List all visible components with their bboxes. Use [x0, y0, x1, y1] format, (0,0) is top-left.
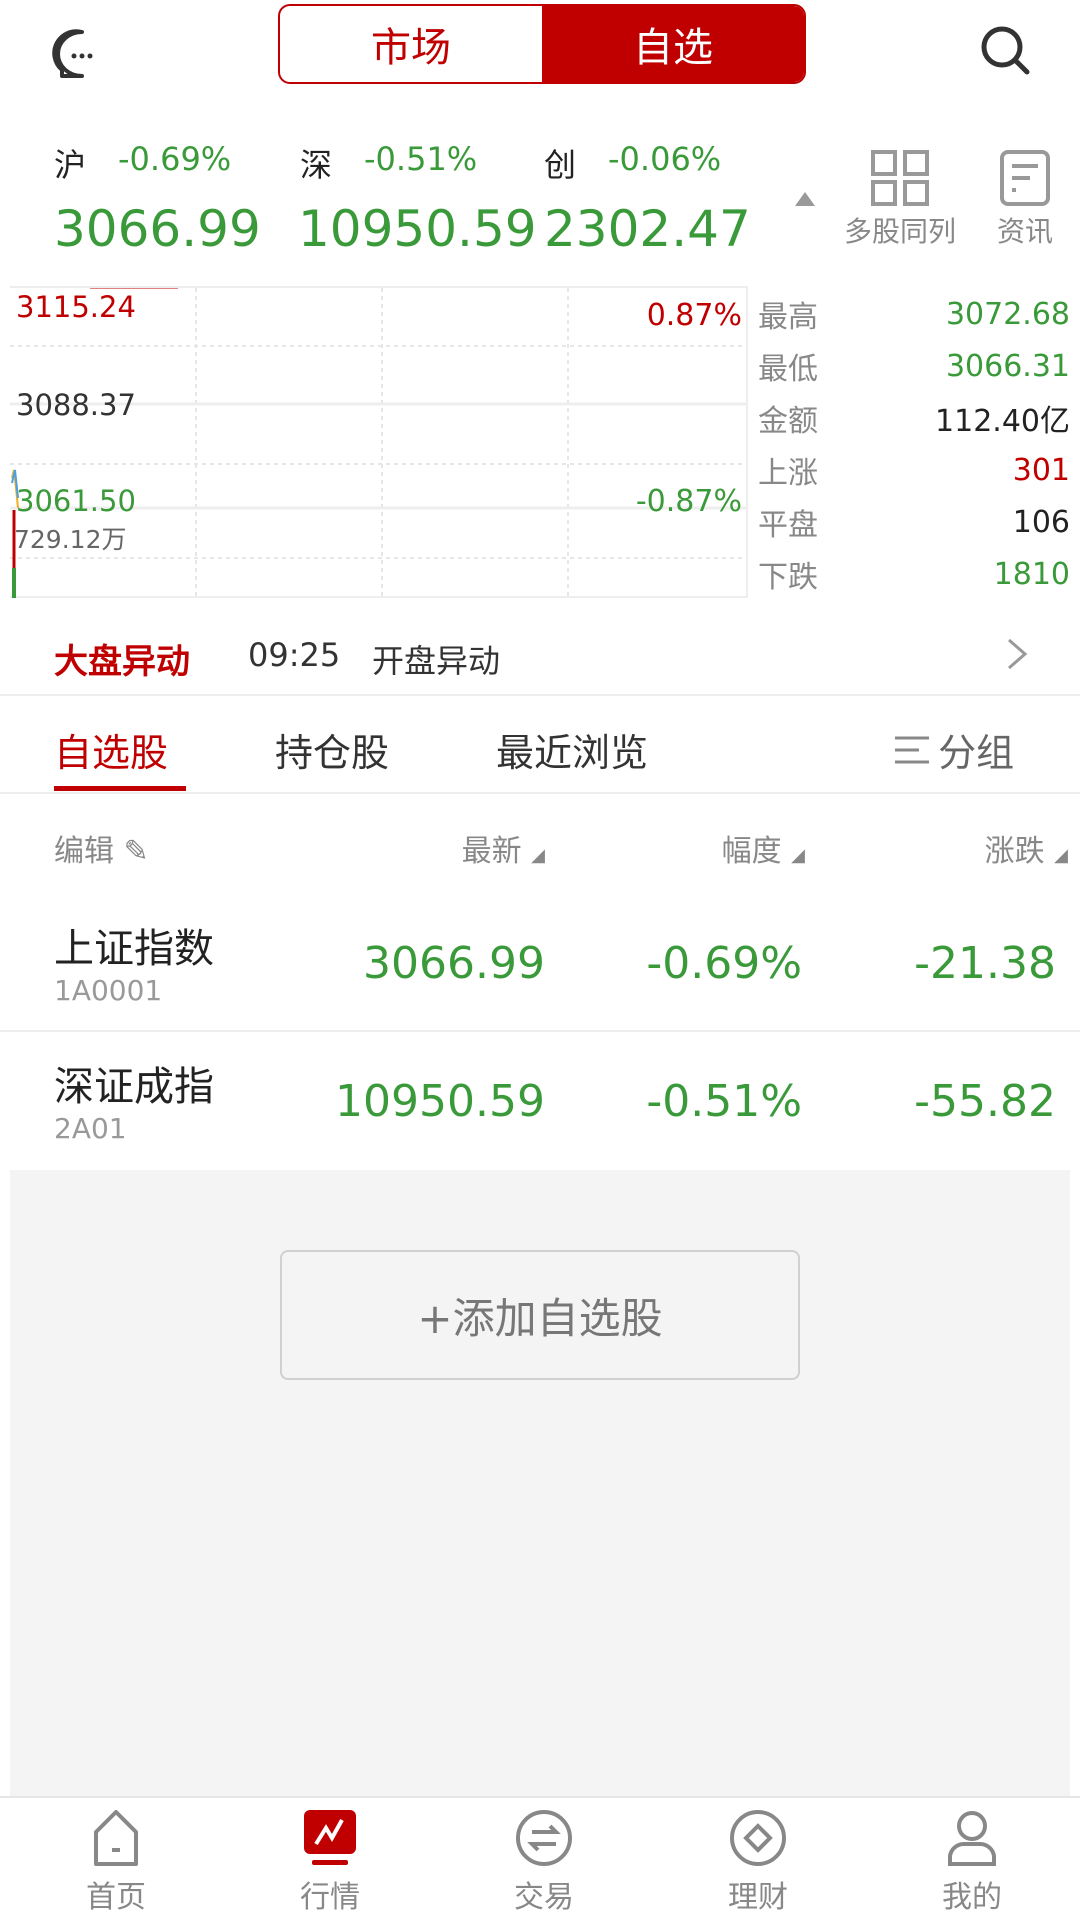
nav-market[interactable]: 行情: [222, 1798, 438, 1920]
index-label: 沪: [54, 146, 87, 184]
stat-label: 最高: [758, 300, 818, 335]
stat-value: 3072.68: [945, 296, 1070, 332]
col-chg: 涨跌: [984, 834, 1045, 869]
market-icon: [304, 1810, 356, 1865]
table-row[interactable]: 上证指数 1A0001 3066.99 -0.69% -21.38: [0, 894, 1080, 1032]
stock-name: 上证指数: [54, 926, 214, 972]
stat-label: 上涨: [758, 456, 818, 491]
intraday-chart[interactable]: 3115.24 3088.37 3061.50 729.12万 0.87% -0…: [10, 286, 746, 598]
stat-label: 平盘: [758, 508, 818, 543]
tab-recent[interactable]: 最近浏览: [496, 722, 648, 777]
multi-stock-button[interactable]: 多股同列: [825, 150, 975, 250]
chart-volume-label: 729.12万: [14, 525, 127, 554]
group-label: 分组: [938, 731, 1015, 775]
chart-mid-label: 3088.37: [16, 388, 136, 422]
alert-text: 开盘异动: [372, 642, 501, 680]
grid-icon: [871, 150, 929, 206]
chevron-right-icon: [1008, 638, 1028, 670]
active-tab-indicator: [54, 786, 186, 791]
add-watchlist-button[interactable]: +添加自选股: [280, 1250, 800, 1380]
table-row[interactable]: 深证成指 2A01 10950.59 -0.51% -55.82: [0, 1032, 1080, 1170]
document-icon: [1000, 150, 1050, 206]
collapse-arrow-icon[interactable]: [795, 192, 815, 206]
index-label: 深: [300, 146, 333, 184]
finance-icon: [730, 1810, 786, 1866]
chart-high-label: 3115.24: [16, 290, 136, 324]
message-icon[interactable]: [52, 26, 112, 86]
edit-icon: ✎: [123, 834, 149, 869]
nav-home[interactable]: 首页: [8, 1798, 224, 1920]
edit-label: 编辑: [54, 834, 114, 869]
chart-low-label: 3061.50: [16, 484, 136, 518]
stat-value: 1810: [993, 556, 1070, 592]
stat-row: 平盘 106: [758, 496, 1070, 548]
tab-holdings[interactable]: 持仓股: [275, 722, 389, 777]
chart-high-pct: 0.87%: [646, 298, 742, 333]
nav-label: 我的: [942, 1880, 1002, 1915]
nav-label: 交易: [514, 1880, 574, 1915]
nav-label: 行情: [300, 1880, 360, 1915]
index-value: 10950.59: [298, 200, 537, 258]
index-pct: -0.06%: [608, 140, 722, 178]
stock-chg: -55.82: [914, 1076, 1056, 1127]
stock-code: 2A01: [54, 1112, 127, 1145]
alert-title: 大盘异动: [54, 642, 190, 682]
col-pct: 幅度: [721, 834, 782, 869]
stock-name: 深证成指: [54, 1064, 214, 1110]
user-icon: [948, 1811, 996, 1866]
tab-watchlist-stocks[interactable]: 自选股: [54, 722, 168, 777]
segment-control: 市场 自选: [278, 4, 806, 84]
sort-icon: ◢: [791, 845, 805, 866]
stat-row: 下跌 1810: [758, 548, 1070, 600]
stat-label: 下跌: [758, 560, 818, 595]
index-label: 创: [544, 146, 577, 184]
stock-code: 1A0001: [54, 974, 163, 1007]
stock-last: 10950.59: [335, 1076, 545, 1127]
sort-last[interactable]: 最新 ◢: [462, 826, 545, 870]
nav-trade[interactable]: 交易: [436, 1798, 652, 1920]
index-value: 2302.47: [544, 200, 751, 258]
stock-pct: -0.69%: [646, 938, 802, 989]
stat-label: 金额: [758, 404, 818, 439]
group-button[interactable]: 分组: [893, 722, 1014, 777]
home-icon: [94, 1810, 138, 1866]
stat-value: 301: [1012, 452, 1070, 488]
sort-icon: ◢: [1054, 845, 1068, 866]
chart-low-pct: -0.87%: [635, 484, 742, 519]
edit-button[interactable]: 编辑 ✎: [54, 826, 149, 870]
nav-finance[interactable]: 理财: [650, 1798, 866, 1920]
stat-value: 3066.31: [945, 348, 1070, 384]
alert-time: 09:25: [248, 636, 341, 674]
market-alert-row[interactable]: 大盘异动 09:25 开盘异动: [0, 614, 1080, 696]
nav-label: 理财: [728, 1880, 788, 1915]
stat-row: 最高 3072.68: [758, 288, 1070, 340]
stat-row: 金额 112.40亿: [758, 392, 1070, 444]
col-last: 最新: [461, 834, 522, 869]
sort-icon: ◢: [531, 845, 545, 866]
index-value: 3066.99: [54, 200, 261, 258]
stat-label: 最低: [758, 352, 818, 387]
index-pct: -0.51%: [364, 140, 478, 178]
divider: [746, 286, 748, 598]
news-label: 资讯: [996, 215, 1053, 248]
nav-label: 首页: [86, 1880, 146, 1915]
search-icon[interactable]: [975, 20, 1035, 80]
tab-market[interactable]: 市场: [280, 6, 542, 82]
stat-row: 最低 3066.31: [758, 340, 1070, 392]
sort-chg[interactable]: 涨跌 ◢: [985, 826, 1068, 870]
nav-me[interactable]: 我的: [864, 1798, 1080, 1920]
sort-pct[interactable]: 幅度 ◢: [722, 826, 805, 870]
stock-last: 3066.99: [363, 938, 545, 989]
multi-stock-label: 多股同列: [843, 215, 956, 248]
stock-chg: -21.38: [914, 938, 1056, 989]
index-pct: -0.69%: [118, 140, 232, 178]
trade-icon: [516, 1810, 572, 1866]
stat-value: 106: [1012, 504, 1070, 540]
stat-row: 上涨 301: [758, 444, 1070, 496]
tab-watchlist[interactable]: 自选: [542, 6, 804, 82]
list-icon: [895, 736, 929, 763]
news-button[interactable]: 资讯: [975, 150, 1075, 250]
stat-value: 112.40亿: [935, 404, 1070, 439]
stock-pct: -0.51%: [646, 1076, 802, 1127]
